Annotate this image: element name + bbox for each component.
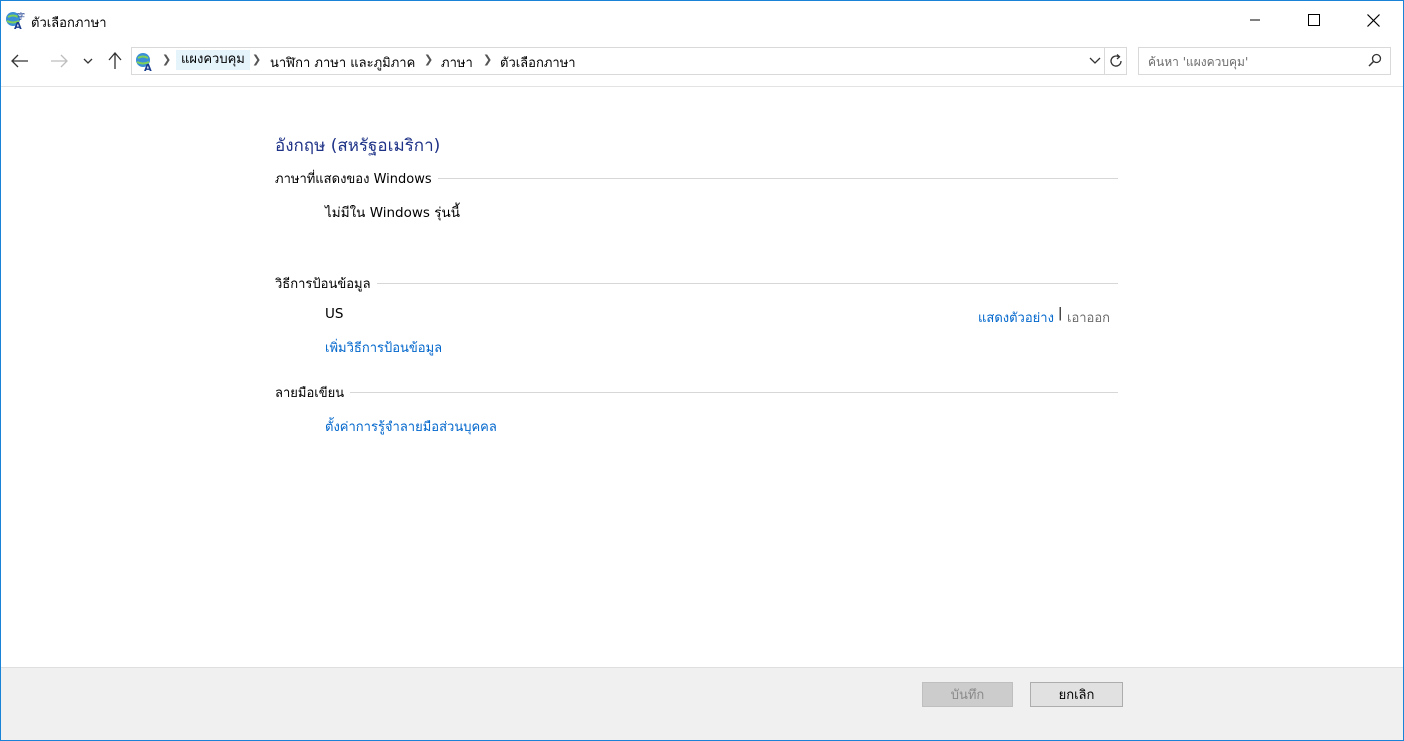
control-panel-icon: A	[136, 53, 152, 72]
link-separator: |	[1058, 306, 1063, 321]
section-divider	[376, 283, 1118, 284]
recent-locations-button[interactable]	[79, 50, 97, 72]
page-title: อังกฤษ (สหรัฐอเมริกา)	[275, 136, 441, 156]
forward-arrow-icon	[51, 54, 68, 68]
section-divider	[437, 178, 1118, 179]
chevron-down-icon	[83, 58, 93, 64]
back-button[interactable]	[9, 50, 31, 72]
svg-text:A: A	[144, 63, 152, 72]
input-method-item: US	[325, 306, 344, 322]
search-input[interactable]: ค้นหา 'แผงควบคุม'	[1138, 47, 1391, 75]
add-input-method-link[interactable]: เพิ่มวิธีการป้อนข้อมูล	[325, 337, 442, 358]
refresh-button[interactable]	[1104, 48, 1127, 74]
chevron-right-icon[interactable]: ❯	[483, 53, 492, 66]
handwriting-heading: ลายมือเขียน	[275, 386, 345, 401]
maximize-button[interactable]	[1285, 1, 1343, 39]
breadcrumb-language-options[interactable]: ตัวเลือกภาษา	[500, 52, 576, 73]
personalize-handwriting-link[interactable]: ตั้งค่าการรู้จำลายมือส่วนบุคคล	[325, 416, 497, 437]
input-method-section-header: วิธีการป้อนข้อมูล	[275, 273, 1118, 294]
main-content: อังกฤษ (สหรัฐอเมริกา) ภาษาที่แสดงของ Win…	[1, 87, 1403, 667]
language-globe-icon: A 字	[6, 11, 25, 30]
save-button[interactable]: บันทึก	[922, 682, 1013, 707]
window-title: ตัวเลือกภาษา	[31, 16, 107, 31]
refresh-icon	[1110, 54, 1122, 67]
language-options-window: A 字 ตัวเลือกภาษา A ❯ แผงควบคุม ❯ นาฬิกา …	[0, 0, 1404, 741]
section-divider	[350, 392, 1118, 393]
close-icon	[1366, 13, 1380, 27]
minimize-button[interactable]	[1226, 1, 1284, 39]
breadcrumb-language[interactable]: ภาษา	[441, 52, 473, 73]
back-arrow-icon	[11, 54, 28, 68]
breadcrumb-clock-language-region[interactable]: นาฬิกา ภาษา และภูมิภาค	[270, 52, 415, 73]
forward-button[interactable]	[48, 50, 70, 72]
svg-text:A: A	[14, 21, 22, 30]
cancel-button[interactable]: ยกเลิก	[1030, 682, 1123, 707]
up-arrow-icon	[108, 52, 122, 69]
chevron-right-icon[interactable]: ❯	[424, 53, 433, 66]
address-history-button[interactable]	[1086, 51, 1104, 71]
svg-text:字: 字	[17, 11, 25, 21]
display-language-section-header: ภาษาที่แสดงของ Windows	[275, 168, 1118, 189]
title-bar: A 字 ตัวเลือกภาษา	[1, 1, 1403, 39]
close-button[interactable]	[1344, 1, 1402, 39]
display-language-heading: ภาษาที่แสดงของ Windows	[275, 172, 432, 187]
search-icon	[1368, 53, 1382, 67]
chevron-right-icon[interactable]: ❯	[252, 53, 261, 66]
chevron-right-icon: ❯	[162, 53, 172, 66]
display-language-value: ไม่มีใน Windows รุ่นนี้	[325, 205, 460, 221]
address-bar[interactable]: A ❯ แผงควบคุม ❯ นาฬิกา ภาษา และภูมิภาค ❯…	[131, 47, 1127, 75]
breadcrumb-control-panel[interactable]: แผงควบคุม	[176, 50, 250, 70]
maximize-icon	[1308, 14, 1320, 26]
remove-link[interactable]: เอาออก	[1067, 307, 1110, 328]
search-placeholder: ค้นหา 'แผงควบคุม'	[1148, 55, 1249, 69]
up-button[interactable]	[104, 50, 126, 72]
preview-link[interactable]: แสดงตัวอย่าง	[978, 307, 1054, 328]
handwriting-section-header: ลายมือเขียน	[275, 382, 1118, 403]
minimize-icon	[1250, 19, 1260, 21]
dialog-footer: บันทึก ยกเลิก	[1, 667, 1403, 740]
chevron-down-icon	[1089, 57, 1101, 64]
input-method-heading: วิธีการป้อนข้อมูล	[275, 277, 371, 292]
navigation-bar: A ❯ แผงควบคุม ❯ นาฬิกา ภาษา และภูมิภาค ❯…	[1, 42, 1403, 82]
